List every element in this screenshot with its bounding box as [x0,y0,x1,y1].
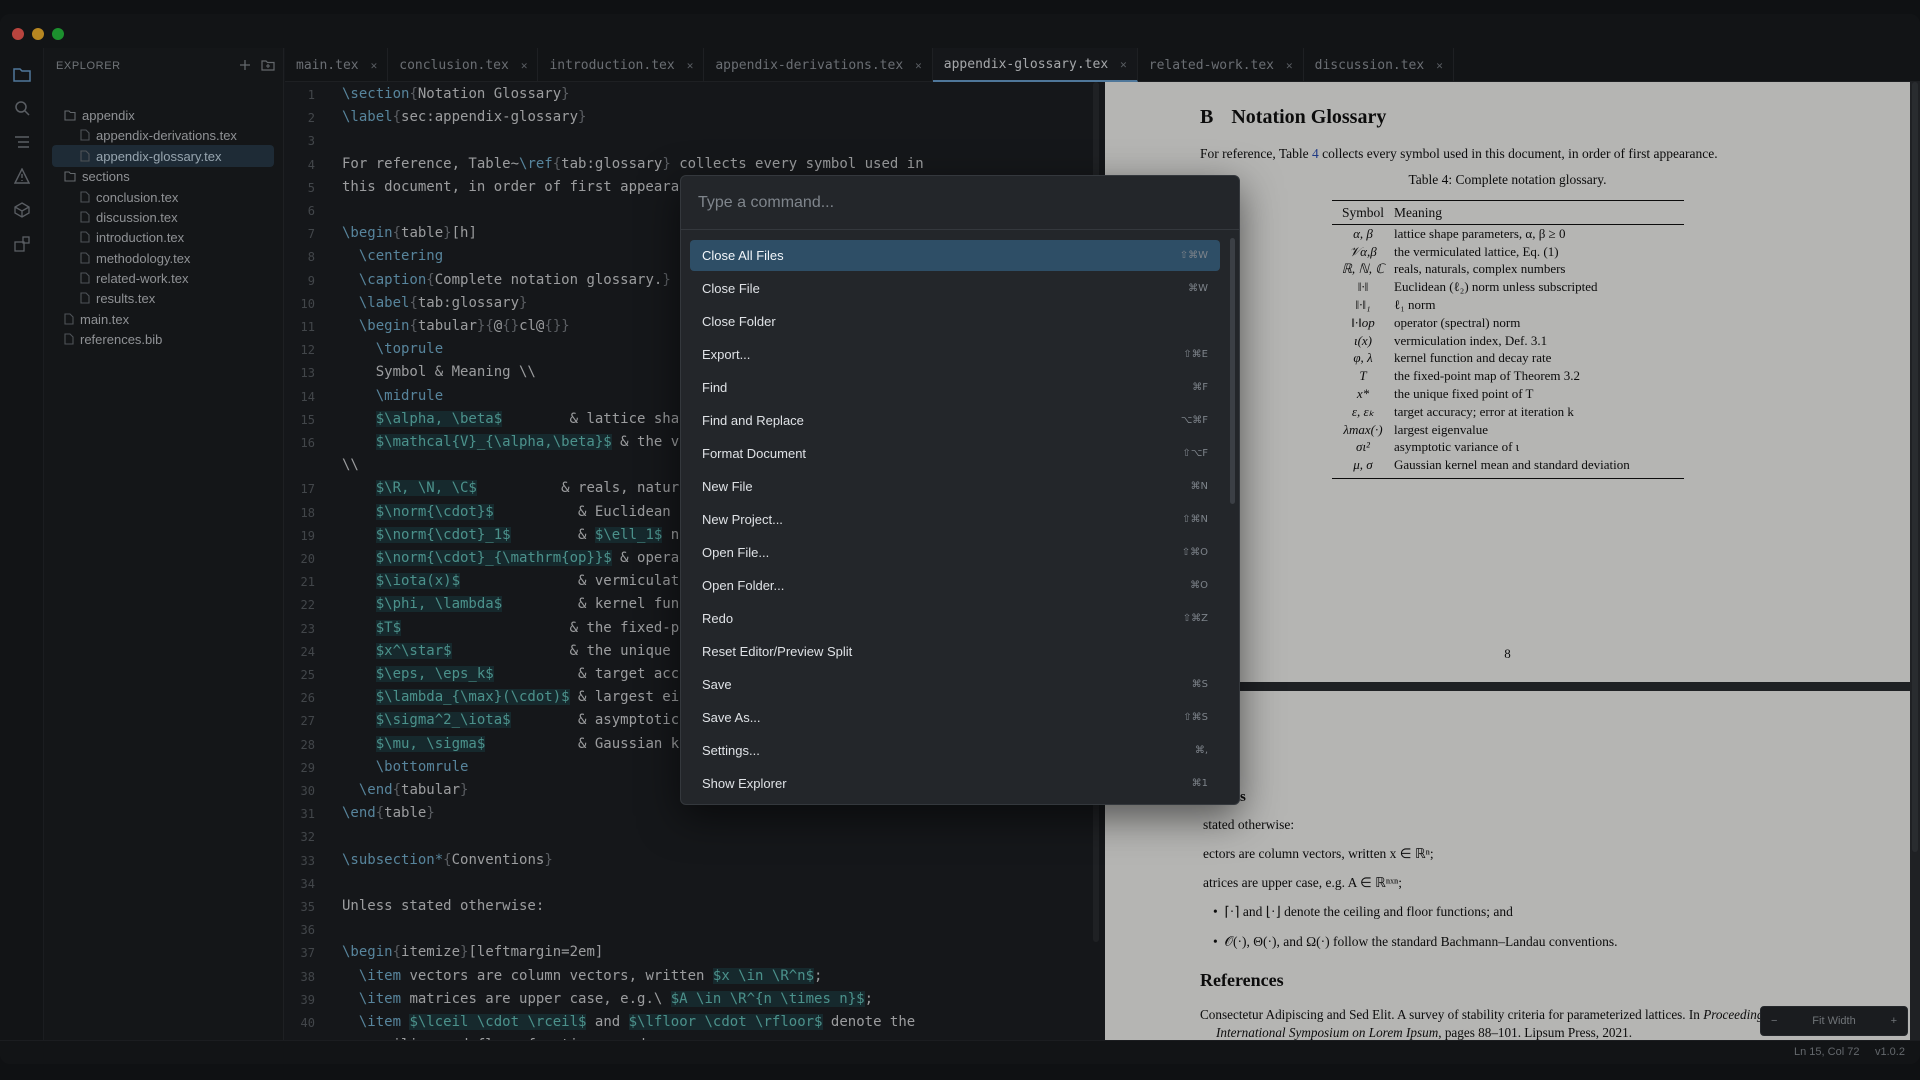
command-shortcut: ⌘W [1188,283,1208,294]
command-show-explorer[interactable]: Show Explorer ⌘1 [690,768,1220,799]
command-label: Export... [702,347,751,362]
command-export[interactable]: Export... ⇧⌘E [690,339,1220,370]
command-shortcut: ⇧⌘Z [1182,613,1208,624]
command-format-document[interactable]: Format Document ⇧⌥F [690,438,1220,469]
command-shortcut: ⇧⌘N [1182,514,1208,525]
command-shortcut: ⌘F [1192,382,1208,393]
command-label: Open Folder... [702,578,785,593]
command-find[interactable]: Find ⌘F [690,372,1220,403]
command-new-project[interactable]: New Project... ⇧⌘N [690,504,1220,535]
command-shortcut: ⌥⌘F [1180,415,1208,426]
command-shortcut: ⌘N [1190,481,1208,492]
command-shortcut: ⇧⌘E [1183,349,1208,360]
command-save[interactable]: Save ⌘S [690,669,1220,700]
command-label: Find [702,380,728,395]
command-label: New Project... [702,512,783,527]
command-close-all-files[interactable]: Close All Files ⇧⌘W [690,240,1220,271]
command-label: Format Document [702,446,807,461]
command-label: Find and Replace [702,413,804,428]
command-label: Show Explorer [702,776,787,791]
command-label: New File [702,479,753,494]
command-shortcut: ⇧⌥F [1182,448,1208,459]
palette-scrollbar[interactable] [1230,238,1235,504]
command-reset-editor-preview-split[interactable]: Reset Editor/Preview Split [690,636,1220,667]
command-open-file[interactable]: Open File... ⇧⌘O [690,537,1220,568]
command-label: Settings... [702,743,760,758]
command-shortcut: ⌘1 [1191,778,1208,789]
command-new-file[interactable]: New File ⌘N [690,471,1220,502]
command-shortcut: ⇧⌘O [1181,547,1208,558]
command-shortcut: ⌘S [1191,679,1208,690]
command-palette: Type a command... Close All Files ⇧⌘W Clos… [680,175,1240,805]
command-close-file[interactable]: Close File ⌘W [690,273,1220,304]
command-shortcut: ⌘O [1190,580,1208,591]
command-label: Save [702,677,732,692]
command-settings[interactable]: Settings... ⌘, [690,735,1220,766]
command-label: Save As... [702,710,761,725]
command-open-folder[interactable]: Open Folder... ⌘O [690,570,1220,601]
command-label: Open File... [702,545,770,560]
command-input[interactable]: Type a command... [681,176,1239,230]
command-label: Redo [702,611,734,626]
command-shortcut: ⇧⌘W [1179,250,1208,261]
command-label: Reset Editor/Preview Split [702,644,853,659]
command-save-as[interactable]: Save As... ⇧⌘S [690,702,1220,733]
command-shortcut: ⌘, [1194,745,1208,756]
command-close-folder[interactable]: Close Folder [690,306,1220,337]
command-label: Close All Files [702,248,784,263]
command-label: Close Folder [702,314,776,329]
command-shortcut: ⇧⌘S [1183,712,1208,723]
command-label: Close File [702,281,760,296]
command-find-and-replace[interactable]: Find and Replace ⌥⌘F [690,405,1220,436]
command-redo[interactable]: Redo ⇧⌘Z [690,603,1220,634]
